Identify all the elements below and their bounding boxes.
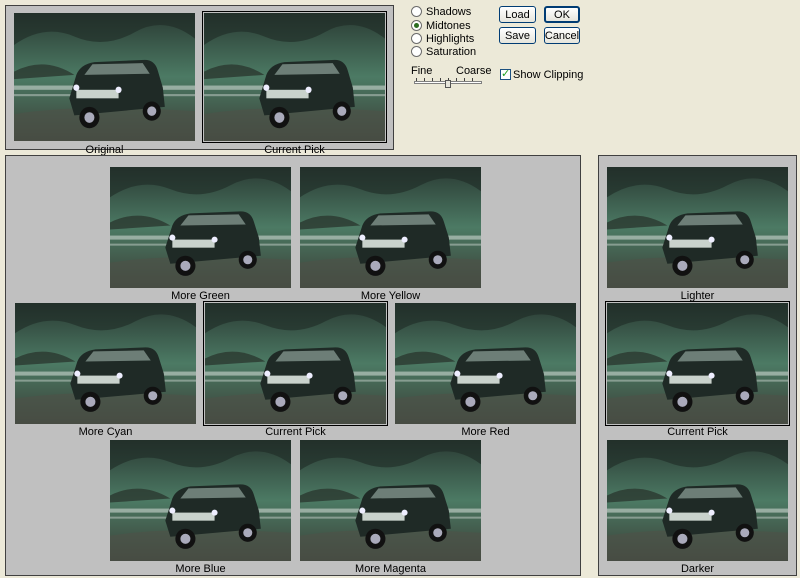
ok-button[interactable]: OK — [544, 6, 580, 23]
variation-current-pick-caption: Current Pick — [265, 426, 326, 438]
cancel-button[interactable]: Cancel — [544, 27, 580, 44]
lighter-option[interactable]: Lighter — [607, 167, 788, 302]
original-current-panel: Original Current Pick — [5, 5, 394, 156]
radio-midtones[interactable]: Midtones — [411, 19, 471, 32]
slider-coarse-label: Coarse — [456, 65, 492, 77]
variation-current-pick-image[interactable] — [205, 303, 386, 424]
variation-more-green-caption: More Green — [171, 290, 230, 302]
variation-more-red-caption: More Red — [461, 426, 510, 438]
current-pick-thumbnail: Current Pick — [202, 11, 387, 156]
variation-more-magenta-image[interactable] — [300, 440, 481, 561]
lightness-current-pick-caption: Current Pick — [667, 426, 728, 438]
darker-option[interactable]: Darker — [607, 440, 788, 575]
slider-fine-label: Fine — [411, 65, 433, 77]
variation-more-magenta[interactable]: More Magenta — [300, 440, 481, 575]
variation-current-pick[interactable]: Current Pick — [203, 301, 388, 438]
slider-thumb[interactable] — [445, 80, 451, 88]
radio-shadows-label: Shadows — [426, 5, 472, 18]
variation-more-yellow-image[interactable] — [300, 167, 481, 288]
variation-more-green[interactable]: More Green — [110, 167, 291, 302]
radio-highlights-circle[interactable] — [411, 33, 422, 44]
variation-more-red-image[interactable] — [395, 303, 576, 424]
variation-more-blue-caption: More Blue — [175, 563, 226, 575]
variation-more-green-image[interactable] — [110, 167, 291, 288]
radio-midtones-circle[interactable] — [411, 20, 422, 31]
variation-more-cyan-caption: More Cyan — [78, 426, 133, 438]
lightness-current-pick-image[interactable] — [607, 303, 788, 424]
radio-saturation[interactable]: Saturation — [411, 45, 476, 58]
lightness-current-pick[interactable]: Current Pick — [605, 301, 790, 438]
show-clipping-checkbox[interactable] — [500, 67, 511, 80]
variation-more-magenta-caption: More Magenta — [355, 563, 426, 575]
fine-coarse-slider[interactable] — [414, 78, 482, 88]
current-pick-image — [204, 13, 385, 141]
save-button[interactable]: Save — [499, 27, 536, 44]
variations-panel: More Green More Yellow More Cyan Current… — [5, 155, 581, 576]
variation-more-red[interactable]: More Red — [395, 303, 576, 438]
lighter-caption: Lighter — [680, 290, 715, 302]
variation-more-yellow[interactable]: More Yellow — [300, 167, 481, 302]
original-image — [14, 13, 195, 141]
variation-more-cyan[interactable]: More Cyan — [15, 303, 196, 438]
radio-shadows-circle[interactable] — [411, 6, 422, 17]
variation-more-blue[interactable]: More Blue — [110, 440, 291, 575]
darker-image[interactable] — [607, 440, 788, 561]
show-clipping-label: Show Clipping — [513, 69, 584, 81]
lightness-panel: Lighter Current Pick Darker — [598, 155, 797, 576]
original-thumbnail: Original — [14, 13, 195, 156]
radio-saturation-label: Saturation — [426, 45, 477, 58]
radio-saturation-circle[interactable] — [411, 46, 422, 57]
radio-highlights-label: Highlights — [426, 32, 475, 45]
darker-caption: Darker — [680, 563, 714, 575]
radio-highlights[interactable]: Highlights — [411, 32, 474, 45]
lighter-image[interactable] — [607, 167, 788, 288]
variation-more-yellow-caption: More Yellow — [360, 290, 421, 302]
variation-more-cyan-image[interactable] — [15, 303, 196, 424]
radio-midtones-label: Midtones — [426, 19, 471, 32]
radio-shadows[interactable]: Shadows — [411, 5, 471, 18]
variation-more-blue-image[interactable] — [110, 440, 291, 561]
load-button[interactable]: Load — [499, 6, 536, 23]
